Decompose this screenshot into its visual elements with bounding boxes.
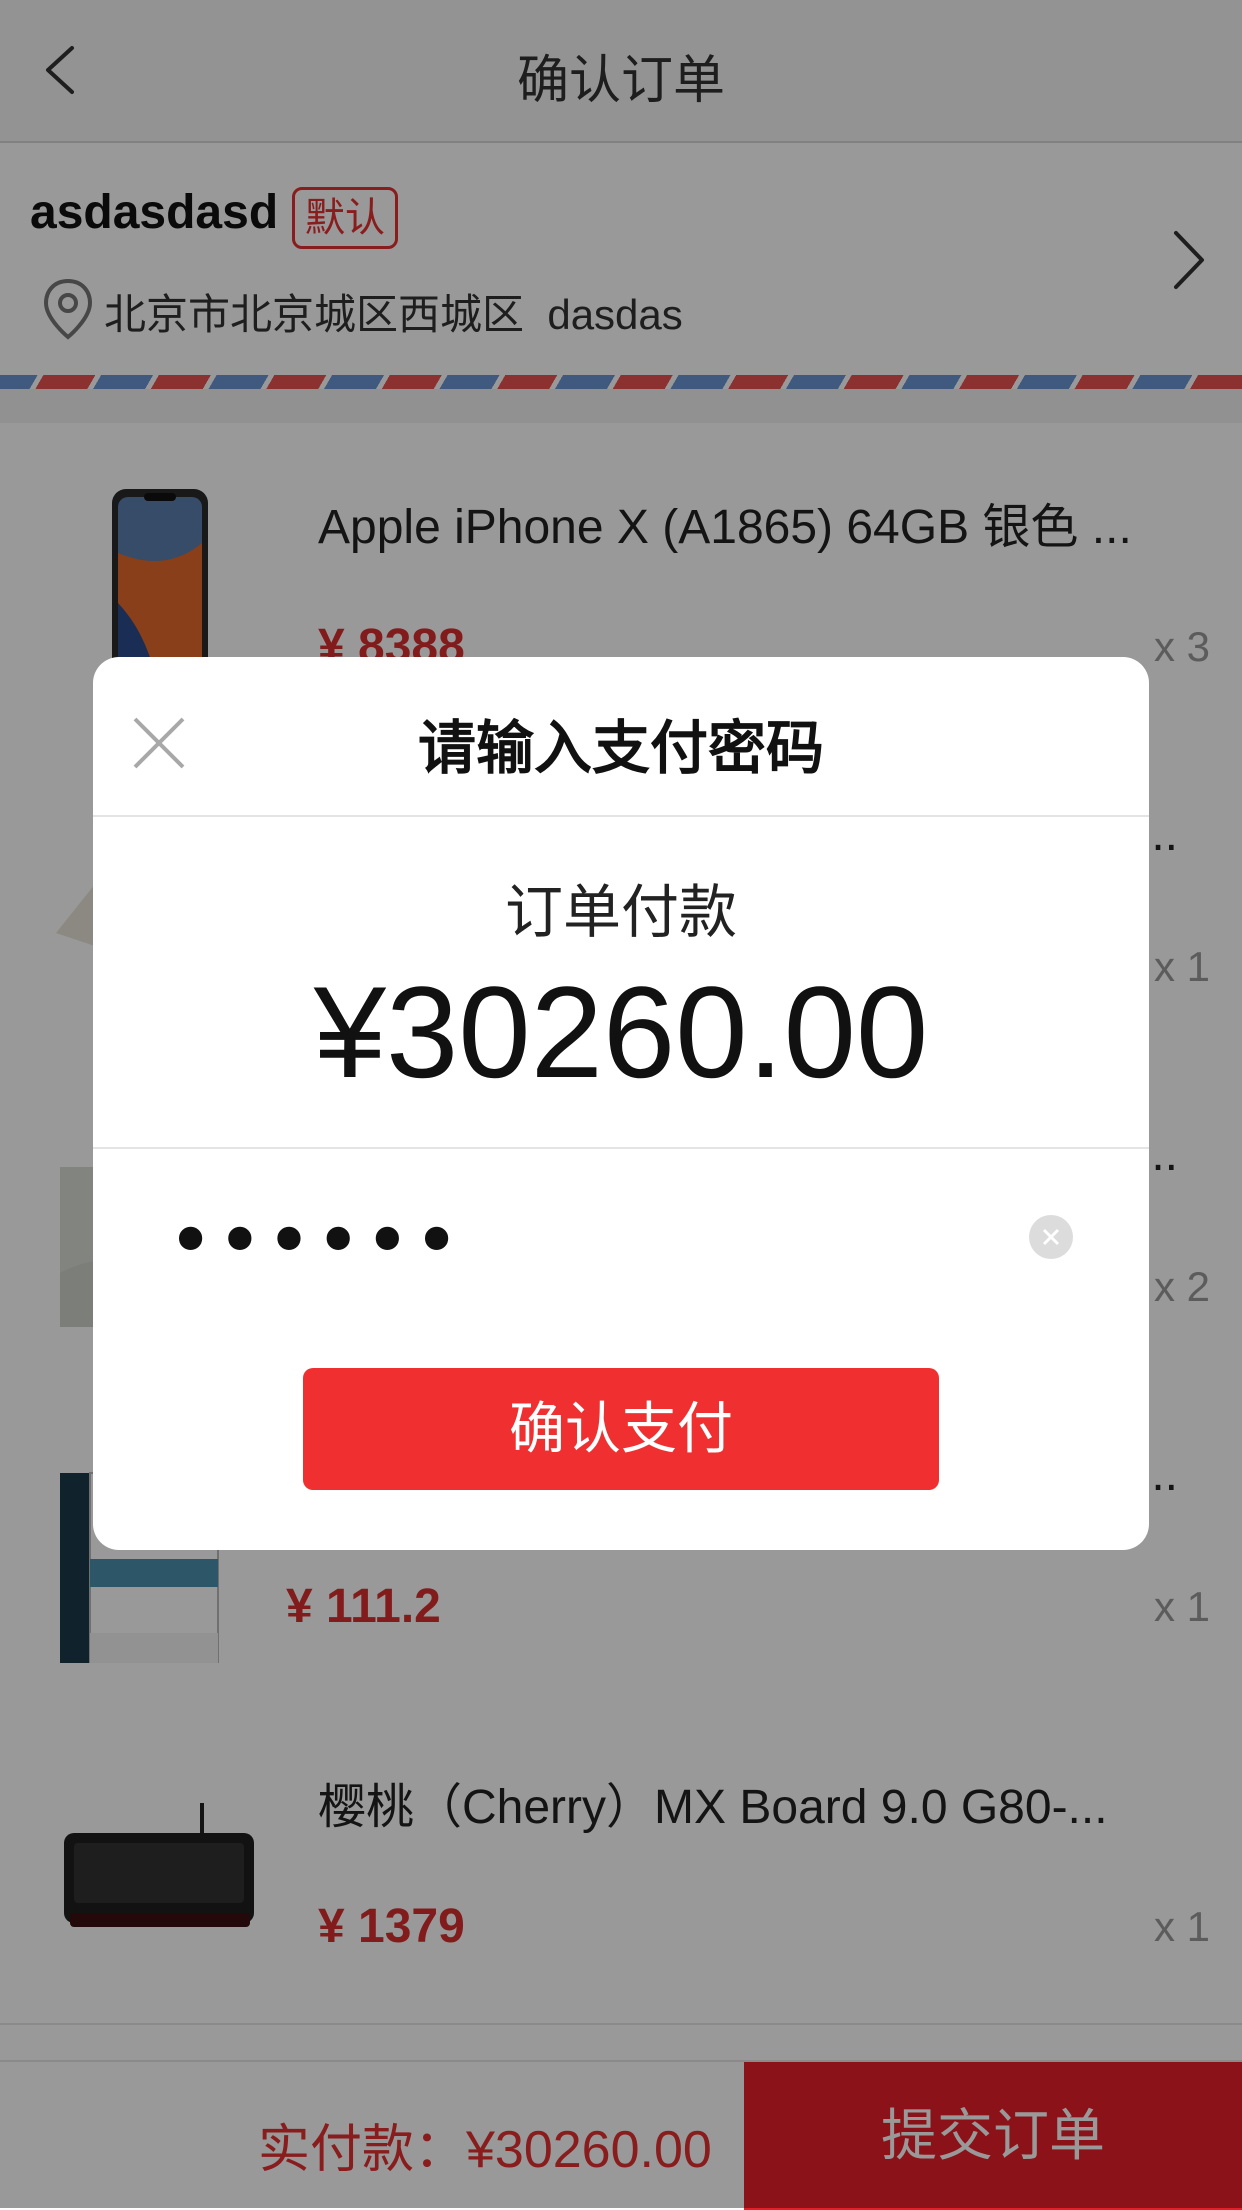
confirm-payment-button[interactable]: 确认支付 [303,1368,939,1490]
confirm-order-page: 确认订单 asdasdasd 默认 北京市北京城区西城区 dasdas Appl… [0,0,1242,2210]
payment-label: 订单付款 [504,880,737,945]
dialog-title: 请输入支付密码 [417,716,824,781]
clear-input-icon[interactable] [1029,1215,1073,1259]
payment-password-dialog: 请输入支付密码 订单付款 ¥30260.00 确认支付 [93,657,1149,1550]
divider [93,815,1149,817]
password-input[interactable] [167,1195,1027,1285]
divider [93,1147,1149,1149]
payment-amount: ¥30260.00 [313,959,929,1105]
